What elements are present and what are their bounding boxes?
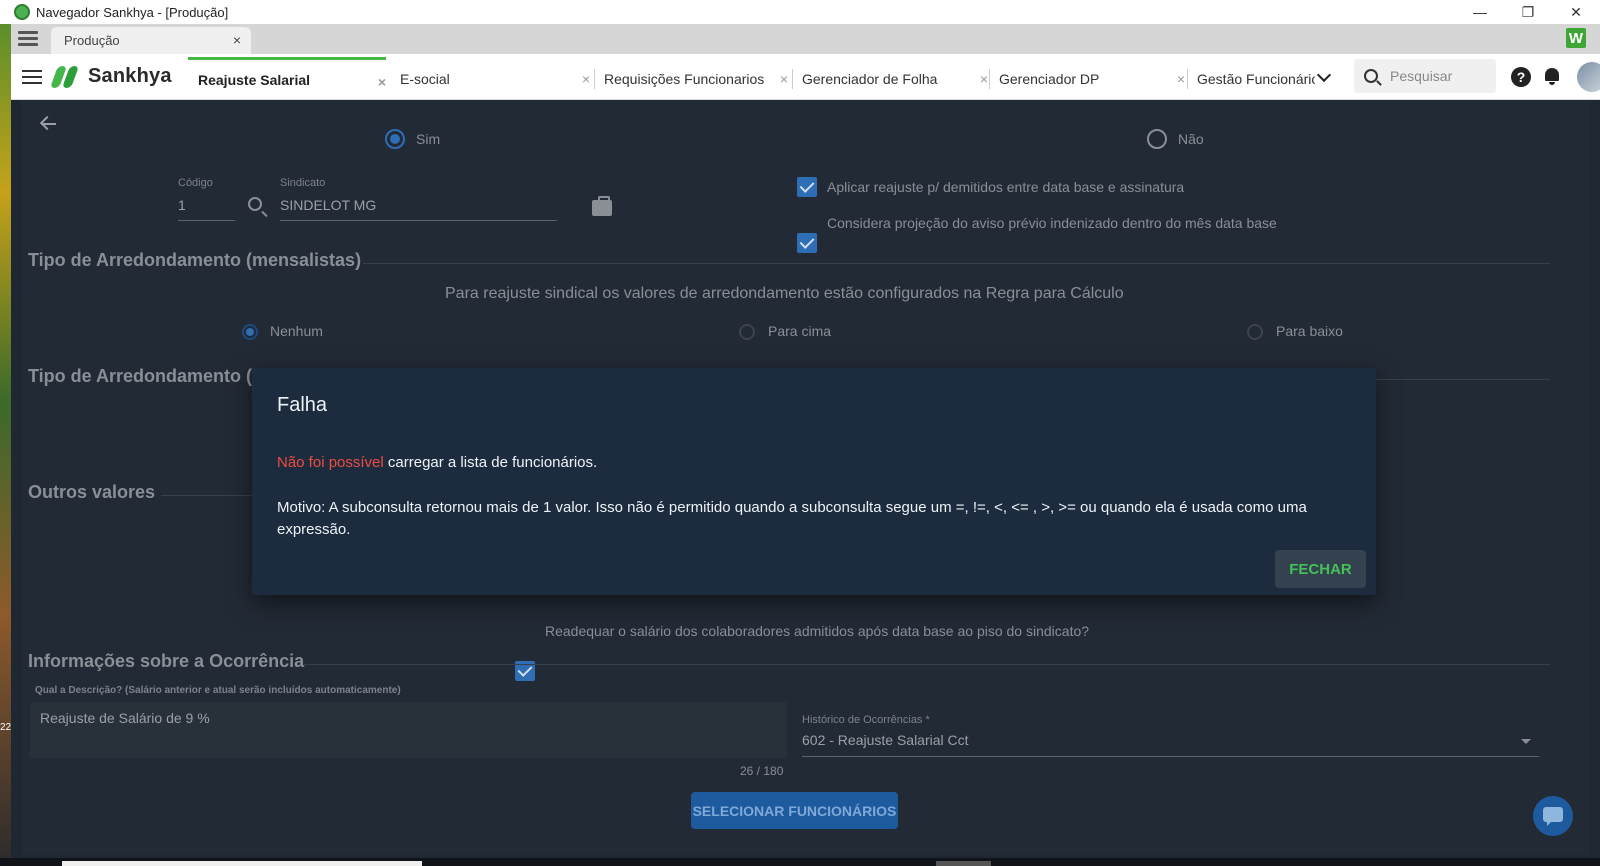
tab-requisicoes-funcionarios[interactable]: Requisições Funcionarios × [594, 57, 788, 100]
radio-sim-label: Sim [416, 131, 441, 147]
desktop-fragment-text: 22 [0, 722, 12, 733]
close-window-button[interactable]: ✕ [1552, 0, 1600, 24]
restore-button[interactable]: ❐ [1504, 0, 1552, 24]
tab-separator [1187, 69, 1188, 89]
tab-gestao-funcionario[interactable]: Gestão Funcionário [1187, 57, 1337, 100]
dialog-title: Falha [277, 394, 328, 416]
tab-close-icon[interactable]: × [780, 71, 788, 87]
tab-label: E-social [400, 70, 450, 87]
browser-tab-strip: Produção × W [11, 24, 1600, 54]
error-dialog: Falha Não foi possível carregar a lista … [252, 368, 1376, 595]
radio-para-cima-label: Para cima [768, 323, 832, 339]
tab-label: Gerenciador de Folha [802, 70, 938, 87]
tab-close-icon[interactable]: × [1177, 71, 1185, 87]
check-considera-label: Considera projeção do aviso prévio inden… [827, 215, 1277, 231]
dropdown-arrow-icon [1521, 739, 1531, 744]
app-menu-icon[interactable] [22, 70, 42, 84]
tab-label: Requisições Funcionarios [604, 70, 765, 87]
radio-sim[interactable] [385, 129, 405, 149]
section-informacoes-ocorrencia: Informações sobre a Ocorrência [28, 651, 305, 671]
notification-bell-icon[interactable] [1543, 66, 1561, 86]
tab-close-icon[interactable]: × [980, 71, 988, 87]
section-divider [161, 495, 261, 496]
fechar-button[interactable]: FECHAR [1275, 550, 1366, 588]
tab-close-icon[interactable]: × [378, 74, 386, 90]
radio-para-cima[interactable] [739, 324, 755, 340]
search-icon [1364, 69, 1378, 83]
sankhya-logo-icon [49, 65, 82, 88]
tab-gerenciador-de-folha[interactable]: Gerenciador de Folha × [792, 57, 988, 100]
taskbar-item[interactable] [62, 861, 422, 866]
tab-e-social[interactable]: E-social × [390, 57, 590, 100]
codigo-search-icon[interactable] [248, 197, 262, 211]
descricao-textarea[interactable]: Reajuste de Salário de 9 % [30, 702, 787, 758]
window-controls: — ❐ ✕ [1456, 0, 1600, 24]
tabs-overflow-chevron-icon[interactable] [1316, 67, 1332, 83]
tab-close-icon[interactable]: × [582, 71, 590, 87]
radio-nao[interactable] [1147, 129, 1167, 149]
section-arredondamento-2: Tipo de Arredondamento ( [28, 366, 253, 386]
dialog-message-rest: carregar a lista de funcionários. [383, 454, 598, 471]
taskbar-item[interactable] [936, 861, 991, 866]
check-aplicar-label: Aplicar reajuste p/ demitidos entre data… [827, 179, 1185, 195]
selecionar-funcionarios-button[interactable]: SELECIONAR FUNCIONÁRIOS [691, 792, 898, 829]
minimize-button[interactable]: — [1456, 0, 1504, 24]
user-avatar[interactable] [1577, 62, 1600, 92]
tab-separator [792, 69, 793, 89]
tab-label: Gestão Funcionário [1197, 70, 1315, 87]
historico-label: Histórico de Ocorrências * [802, 714, 930, 726]
back-arrow-icon[interactable] [39, 116, 57, 132]
sankhya-app-icon [14, 4, 30, 20]
sindicato-field[interactable]: SINDELOT MG [280, 197, 557, 221]
w-extension-icon[interactable]: W [1566, 28, 1586, 48]
browser-tab-close-icon[interactable]: × [233, 32, 241, 48]
sindicato-label: Sindicato [280, 177, 326, 189]
radio-nenhum-label: Nenhum [270, 323, 323, 339]
checkbox-considera-projecao[interactable] [797, 233, 817, 253]
browser-tab-label: Produção [64, 33, 120, 48]
codigo-label: Código [178, 177, 213, 189]
tab-label: Reajuste Salarial [198, 72, 311, 88]
tab-separator [989, 69, 990, 89]
taskbar [0, 858, 1600, 866]
radio-para-baixo[interactable] [1247, 324, 1263, 340]
descricao-label: Qual a Descrição? (Salário anterior e at… [35, 685, 401, 696]
browser-tab-producao[interactable]: Produção × [51, 27, 251, 54]
section-arredondamento-mensalistas: Tipo de Arredondamento (mensalistas) [28, 250, 362, 270]
checkbox-aplicar-reajuste-demitidos[interactable] [797, 177, 817, 197]
app-header: Sankhya Reajuste Salarial × E-social × R… [11, 54, 1600, 100]
dialog-error-highlight: Não foi possível [277, 454, 384, 471]
dialog-reason: Motivo: A subconsulta retornou mais de 1… [277, 499, 1307, 538]
tab-separator [594, 69, 595, 89]
chat-icon[interactable] [1533, 796, 1573, 836]
historico-select[interactable]: 602 - Reajuste Salarial Cct [802, 732, 1539, 757]
tab-gerenciador-dp[interactable]: Gerenciador DP × [989, 57, 1185, 100]
check-readequar-label: Readequar o salário dos colaboradores ad… [545, 623, 1090, 639]
briefcase-icon[interactable] [592, 196, 612, 216]
historico-value: 602 - Reajuste Salarial Cct [802, 732, 969, 748]
section-divider [304, 664, 1550, 665]
sankhya-logo[interactable]: Sankhya [49, 65, 172, 88]
window-title-bar: Navegador Sankhya - [Produção] — ❐ ✕ [0, 0, 1600, 24]
section-divider [363, 263, 1550, 264]
brand-name: Sankhya [88, 65, 172, 87]
section-divider [1361, 379, 1550, 380]
help-icon[interactable]: ? [1511, 67, 1531, 87]
section-outros-valores: Outros valores [28, 482, 156, 502]
search-box[interactable]: Pesquisar [1354, 59, 1496, 93]
dialog-message: Não foi possível carregar a lista de fun… [277, 454, 597, 471]
browser-menu-icon[interactable] [18, 31, 38, 47]
descricao-char-count: 26 / 180 [740, 764, 784, 778]
radio-para-baixo-label: Para baixo [1276, 323, 1343, 339]
radio-nenhum[interactable] [242, 324, 258, 340]
desktop-background-strip [0, 24, 11, 866]
tab-reajuste-salarial[interactable]: Reajuste Salarial × [188, 57, 386, 100]
search-placeholder: Pesquisar [1390, 68, 1453, 84]
radio-nao-label: Não [1178, 131, 1204, 147]
arredondamento-note: Para reajuste sindical os valores de arr… [445, 285, 1124, 302]
tab-label: Gerenciador DP [999, 70, 1100, 87]
codigo-field[interactable]: 1 [178, 197, 235, 221]
window-title: Navegador Sankhya - [Produção] [36, 4, 229, 20]
